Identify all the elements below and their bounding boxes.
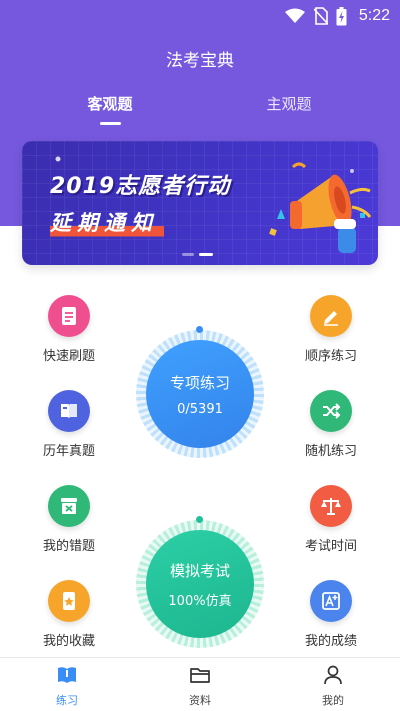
special-practice-progress: 0/5391 — [177, 401, 223, 417]
wifi-icon — [284, 8, 305, 23]
mock-exam-core: 模拟考试 100%仿真 — [146, 530, 254, 638]
app-screen: 5:22 法考宝典 客观题 主观题 2019志愿者行动 延期通知 快速刷题 历年… — [0, 0, 400, 711]
mock-exam-circle[interactable]: 模拟考试 100%仿真 — [136, 516, 264, 648]
special-practice-title: 专项练习 — [169, 373, 230, 392]
status-bar: 5:22 — [0, 0, 400, 32]
banner-headline: 2019志愿者行动 — [50, 174, 231, 199]
scale-icon — [310, 485, 352, 527]
banner-dot-1[interactable] — [182, 253, 194, 256]
banner-dot-2-active[interactable] — [199, 253, 213, 256]
my-favorites-button[interactable]: 我的收藏 — [23, 580, 115, 649]
mock-exam-knob — [196, 516, 203, 523]
sequential-practice-button[interactable]: 顺序练习 — [285, 295, 377, 364]
my-mistakes-label: 我的错题 — [42, 539, 95, 554]
grade-a-plus-icon — [310, 580, 352, 622]
exam-time-button[interactable]: 考试时间 — [285, 485, 377, 554]
my-scores-label: 我的成绩 — [304, 634, 357, 649]
past-exams-button[interactable]: 历年真题 — [23, 390, 115, 459]
folder-icon — [190, 668, 210, 683]
quick-practice-button[interactable]: 快速刷题 — [23, 295, 115, 364]
battery-charging-icon — [336, 6, 347, 25]
tab-subjective[interactable]: 主观题 — [229, 93, 349, 114]
banner-pagination — [182, 253, 213, 256]
status-icons: 5:22 — [284, 6, 390, 26]
document-icon — [48, 295, 90, 337]
past-exams-label: 历年真题 — [42, 444, 95, 459]
banner-subheadline: 延期通知 — [50, 205, 164, 239]
error-box-icon — [48, 485, 90, 527]
my-favorites-label: 我的收藏 — [42, 634, 95, 649]
bottom-navigation: 练习 资料 我的 — [0, 657, 400, 711]
random-practice-label: 随机练习 — [304, 444, 357, 459]
book-icon — [48, 390, 90, 432]
my-mistakes-button[interactable]: 我的错题 — [23, 485, 115, 554]
star-bookmark-icon — [48, 580, 90, 622]
nav-practice-label: 练习 — [56, 694, 78, 707]
shuffle-icon — [310, 390, 352, 432]
tab-objective[interactable]: 客观题 — [50, 93, 170, 114]
special-practice-core: 专项练习 0/5391 — [146, 340, 254, 448]
status-time: 5:22 — [358, 7, 390, 24]
megaphone-icon — [290, 174, 372, 253]
quick-practice-label: 快速刷题 — [42, 349, 95, 364]
nav-materials[interactable]: 资料 — [160, 664, 240, 708]
no-sim-icon — [313, 7, 328, 25]
special-practice-progress-knob — [196, 326, 203, 333]
active-tab-indicator — [100, 122, 121, 125]
nav-profile[interactable]: 我的 — [293, 664, 373, 708]
mock-exam-title: 模拟考试 — [169, 561, 230, 580]
nav-materials-label: 资料 — [189, 694, 211, 707]
nav-practice[interactable]: 练习 — [27, 664, 107, 708]
exam-time-label: 考试时间 — [304, 539, 357, 554]
person-icon — [324, 665, 342, 685]
app-title: 法考宝典 — [166, 51, 234, 71]
pencil-icon — [310, 295, 352, 337]
promo-banner[interactable]: 2019志愿者行动 延期通知 — [22, 141, 378, 265]
sequential-practice-label: 顺序练习 — [304, 349, 357, 364]
mock-exam-subtitle: 100%仿真 — [168, 593, 232, 609]
practice-book-icon — [58, 667, 76, 683]
my-scores-button[interactable]: 我的成绩 — [285, 580, 377, 649]
random-practice-button[interactable]: 随机练习 — [285, 390, 377, 459]
special-practice-circle[interactable]: 专项练习 0/5391 — [136, 326, 264, 458]
nav-profile-label: 我的 — [322, 694, 344, 707]
